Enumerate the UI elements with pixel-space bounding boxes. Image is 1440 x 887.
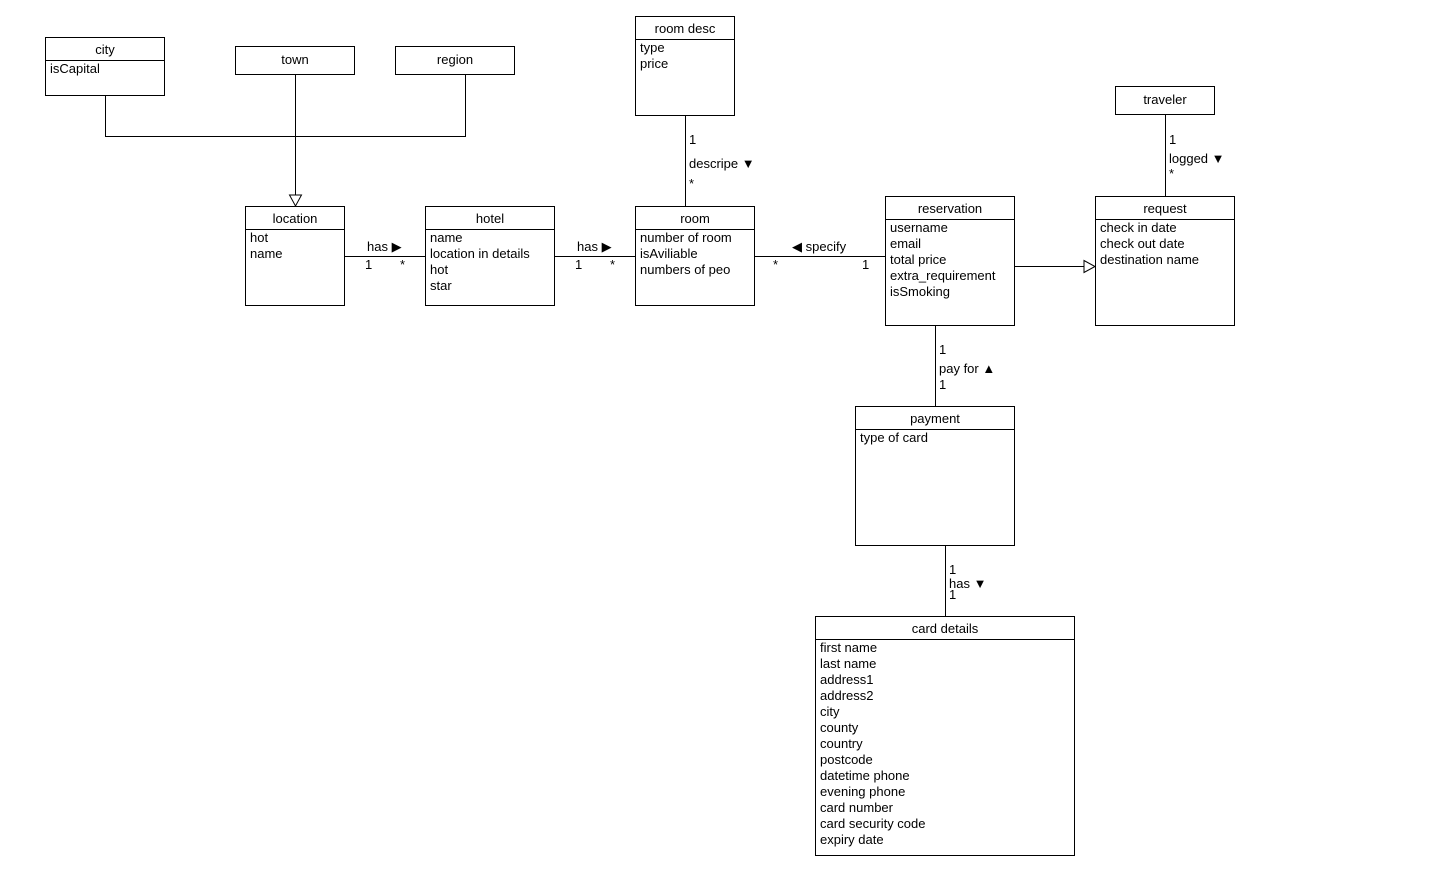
class-room-desc[interactable]: room desc type price (635, 16, 735, 116)
attribute: last name (820, 656, 877, 671)
multiplicity: 1 (689, 132, 697, 147)
class-room[interactable]: room number of room isAviliable numbers of … (635, 206, 755, 306)
attribute: postcode (820, 752, 873, 767)
association-label: pay for ▲ (939, 361, 996, 376)
class-attributes: check in date check out date destination n… (1096, 220, 1234, 268)
class-name: room desc (636, 17, 734, 40)
attribute: username (890, 220, 948, 235)
class-card-details[interactable]: card details first name last name address1 a… (815, 616, 1075, 856)
multiplicity: 1 (949, 587, 957, 602)
attribute: card security code (820, 816, 926, 831)
attribute: hot (250, 230, 269, 245)
attribute: city (820, 704, 840, 719)
attribute: datetime phone (820, 768, 910, 783)
class-attributes: type of card (856, 430, 1014, 446)
attribute: card number (820, 800, 893, 815)
association-label: logged ▼ (1169, 151, 1225, 166)
attribute: number of room (640, 230, 732, 245)
attribute: address2 (820, 688, 874, 703)
attribute: expiry date (820, 832, 884, 847)
class-attributes: username email total price extra_requiremen… (886, 220, 1014, 300)
multiplicity: 1 (575, 257, 583, 272)
attribute: hot (430, 262, 449, 277)
multiplicity: 1 (939, 377, 947, 392)
class-hotel[interactable]: hotel name location in details hot star (425, 206, 555, 306)
class-name: card details (816, 617, 1074, 640)
class-attributes: name location in details hot star (426, 230, 554, 294)
attribute: numbers of peo (640, 262, 731, 277)
attribute: total price (890, 252, 947, 267)
attribute: price (640, 56, 669, 71)
class-traveler[interactable]: traveler (1115, 86, 1215, 115)
class-name: hotel (426, 207, 554, 230)
multiplicity: 1 (862, 257, 870, 272)
class-town[interactable]: town (235, 46, 355, 75)
multiplicity: 1 (949, 562, 957, 577)
class-name: traveler (1143, 92, 1187, 107)
attribute: star (430, 278, 452, 293)
attribute: address1 (820, 672, 874, 687)
association-label: ◀ specify (792, 239, 847, 254)
attribute: extra_requirement (890, 268, 996, 283)
class-name: room (636, 207, 754, 230)
class-name: payment (856, 407, 1014, 430)
attribute: isCapital (50, 61, 100, 76)
attribute: evening phone (820, 784, 906, 799)
generalization-arrowhead (1083, 259, 1097, 274)
multiplicity: * (400, 257, 406, 272)
attribute: country (820, 736, 863, 751)
class-region[interactable]: region (395, 46, 515, 75)
class-name: city (46, 38, 164, 61)
multiplicity: * (610, 257, 616, 272)
association-label: has ▶ (367, 239, 402, 254)
attribute: name (430, 230, 463, 245)
multiplicity: * (1169, 166, 1175, 181)
attribute: type (640, 40, 665, 55)
attribute: check in date (1100, 220, 1177, 235)
attribute: isSmoking (890, 284, 950, 299)
class-request[interactable]: request check in date check out date destin… (1095, 196, 1235, 326)
association-label: has ▶ (577, 239, 612, 254)
connector-layer (105, 74, 1166, 616)
class-payment[interactable]: payment type of card (855, 406, 1015, 546)
class-name: request (1096, 197, 1234, 220)
attribute: first name (820, 640, 878, 655)
generalization-arrowhead (288, 194, 303, 208)
attribute: location in details (430, 246, 530, 261)
class-attributes: type price (636, 40, 734, 72)
attribute: type of card (860, 430, 928, 445)
attribute: email (890, 236, 922, 251)
class-name: reservation (886, 197, 1014, 220)
class-attributes: hot name (246, 230, 344, 262)
class-name: region (436, 52, 474, 67)
attribute: county (820, 720, 859, 735)
class-reservation[interactable]: reservation username email total price extra… (885, 196, 1015, 326)
attribute: name (250, 246, 283, 261)
multiplicity: 1 (939, 342, 947, 357)
attribute: isAviliable (640, 246, 698, 261)
class-name: location (246, 207, 344, 230)
association-label: descripe ▼ (689, 156, 755, 171)
multiplicity: 1 (365, 257, 373, 272)
attribute: check out date (1100, 236, 1185, 251)
class-attributes: number of room isAviliable numbers of peo (636, 230, 754, 278)
multiplicity: 1 (1169, 132, 1177, 147)
class-attributes: first name last name address1 address2 city c… (816, 640, 1074, 848)
class-name: town (281, 52, 309, 67)
multiplicity: * (689, 176, 695, 191)
class-attributes: isCapital (46, 61, 164, 77)
attribute: destination name (1100, 252, 1200, 267)
multiplicity: * (773, 257, 779, 272)
class-city[interactable]: city isCapital (45, 37, 165, 96)
class-location[interactable]: location hot name (245, 206, 345, 306)
